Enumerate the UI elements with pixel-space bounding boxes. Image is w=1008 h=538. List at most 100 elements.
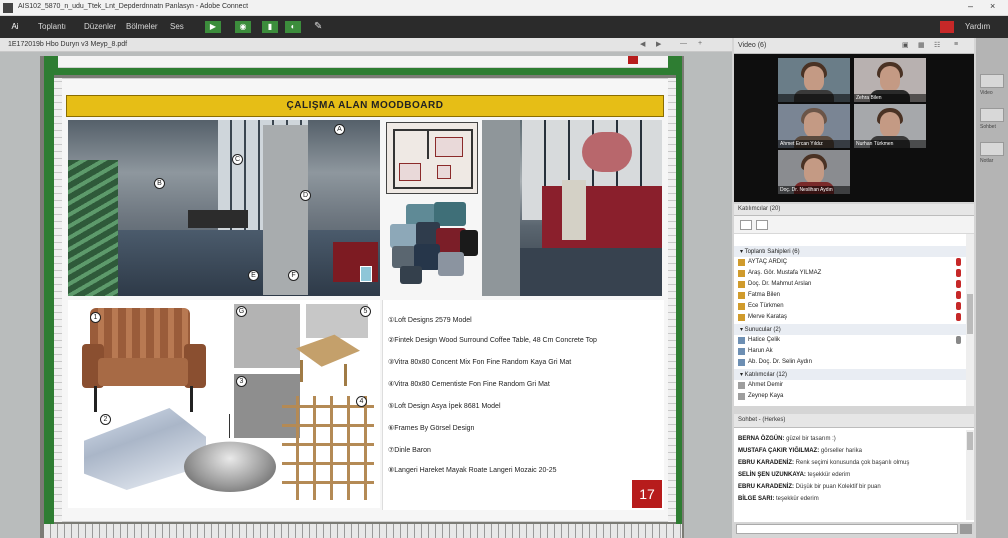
window-title: AIS102_5870_n_udu_Ttek_Lnt_Depderdnnatn …: [18, 3, 249, 10]
video-tile[interactable]: Zehra Bilen: [854, 58, 926, 102]
attendee-group-header[interactable]: ▾ Katılımcılar (12): [734, 369, 966, 380]
attendee-row[interactable]: Fatma Bilen: [734, 290, 966, 301]
chat-send-button[interactable]: [960, 524, 972, 534]
list-item: ③Vitra 80x80 Concent Mix Fon Fine Random…: [388, 359, 572, 366]
raise-hand-icon[interactable]: ✎: [314, 21, 322, 32]
callout-c: C: [232, 154, 243, 165]
list-item: ⑥Frames By Görsel Design: [388, 425, 475, 432]
chat-pod-title: Sohbet - (Herkes): [738, 417, 786, 423]
speaker-icon[interactable]: ◐: [285, 21, 301, 33]
microphone-icon: [956, 313, 961, 321]
microphone-icon: [956, 302, 961, 310]
attendee-view-list-icon[interactable]: [740, 220, 752, 230]
callout-b: B: [154, 178, 165, 189]
menu-yardim[interactable]: Yardım: [965, 22, 990, 31]
chat-message: EBRU KARADENİZ: Düşük bir puan Kolektif …: [738, 484, 881, 490]
attendees-pod-header: Katılımcılar (20): [734, 204, 974, 216]
attendee-row[interactable]: Merve Karataş: [734, 312, 966, 323]
attendee-row[interactable]: Ahmet Demir: [734, 380, 966, 391]
microphone-icon[interactable]: ▮: [262, 21, 278, 33]
chat-input[interactable]: [736, 524, 958, 534]
list-item: ⑤Loft Design Asya İpek 8681 Model: [388, 403, 501, 410]
share-screen-icon[interactable]: ▶: [205, 21, 221, 33]
collapsed-pod-video[interactable]: [980, 74, 1004, 88]
next-page-button[interactable]: ▶: [656, 40, 661, 48]
callout-d: D: [300, 190, 311, 201]
menu-ses[interactable]: Ses: [170, 22, 184, 31]
moodboard-title: ÇALIŞMA ALAN MOODBOARD: [66, 95, 664, 117]
window-titlebar: AIS102_5870_n_udu_Ttek_Lnt_Depderdnnatn …: [0, 0, 1008, 16]
menu-bar: Ai Toplantı Düzenler Bölmeler Ses ▶ ◉ ▮ …: [0, 16, 1008, 38]
callout-a: A: [334, 124, 345, 135]
attendee-row[interactable]: Hatice Çelik: [734, 335, 966, 346]
color-palette: [386, 200, 478, 292]
callout-g: G: [236, 306, 247, 317]
zoom-out-button[interactable]: —: [680, 40, 687, 47]
page-border-left: [44, 75, 54, 524]
attendee-group-header[interactable]: ▾ Sunucular (2): [734, 324, 966, 335]
video-tile[interactable]: [778, 58, 850, 102]
video-grid-icon[interactable]: ▦: [918, 41, 925, 49]
video-menu-icon[interactable]: ≡: [954, 41, 958, 48]
list-item: ⑦Dinle Baron: [388, 447, 431, 454]
share-pod-header: 1E172019b Hbo Duryn v3 Meyp_8.pdf ◀ ▶ — …: [0, 38, 732, 52]
microphone-icon: [956, 280, 961, 288]
chat-pod-header: Sohbet - (Herkes): [734, 414, 974, 428]
menu-toplanti[interactable]: Toplantı: [38, 22, 66, 31]
attendees-scrollbar[interactable]: [966, 234, 974, 406]
microphone-icon: [956, 258, 961, 266]
list-item: ②Fintek Design Wood Surround Coffee Tabl…: [388, 337, 597, 344]
record-button[interactable]: [940, 21, 954, 33]
attendee-group-header[interactable]: ▾ Toplantı Sahipleri (6): [734, 246, 966, 257]
microphone-icon: [956, 291, 961, 299]
callout-1: 1: [90, 312, 101, 323]
zoom-in-button[interactable]: +: [698, 40, 702, 47]
video-layout-icon[interactable]: ☷: [934, 41, 940, 49]
interior-render-1: [68, 120, 380, 296]
previous-page-marker: [628, 56, 638, 64]
prev-page-button[interactable]: ◀: [640, 40, 645, 48]
menu-duzenler[interactable]: Düzenler: [84, 22, 116, 31]
video-tile[interactable]: Nurhan Türkmen: [854, 104, 926, 148]
video-pod-header: Video (6) ▣ ▦ ☷ ≡: [734, 38, 974, 54]
attendee-view-group-icon[interactable]: [756, 220, 768, 230]
chat-message: SELİN ŞEN UZUNKAYA: teşekkür ederim: [738, 472, 851, 478]
page-ruler-left: [54, 78, 62, 522]
attendee-row[interactable]: Harun Ak: [734, 346, 966, 357]
list-item: ⑧Langeri Hareket Mayak Roate Langeri Moz…: [388, 467, 557, 474]
attendee-row[interactable]: Zeynep Kaya: [734, 391, 966, 402]
video-tile[interactable]: Doç. Dr. Neslihan Aydın: [778, 150, 850, 194]
callout-3: 3: [236, 376, 247, 387]
callout-e: E: [248, 270, 259, 281]
video-tile[interactable]: Ahmet Ercan Yıldız: [778, 104, 850, 148]
interior-render-2: [482, 120, 662, 296]
menu-bolmeler[interactable]: Bölmeler: [126, 22, 158, 31]
attendee-row[interactable]: Ece Türkmen: [734, 301, 966, 312]
attendee-row[interactable]: AYTAÇ ARDIÇ: [734, 257, 966, 268]
camera-icon[interactable]: ◉: [235, 21, 251, 33]
chat-message: EBRU KARADENİZ: Renk seçimi konusunda ço…: [738, 460, 910, 466]
video-settings-icon[interactable]: ▣: [902, 41, 909, 49]
microphone-icon: [956, 269, 961, 277]
concrete-sample-top: [306, 304, 368, 338]
chat-message: BİLGE SARI: teşekkür ederim: [738, 496, 819, 502]
minimize-button[interactable]: –: [968, 1, 973, 11]
attendee-row[interactable]: Ab. Doç. Dr. Selin Aydın: [734, 357, 966, 368]
list-item: ④Vitra 80x80 Cementiste Fon Fine Random …: [388, 381, 550, 388]
attendee-row[interactable]: Doç. Dr. Mahmut Arslan: [734, 279, 966, 290]
chat-message: MUSTAFA ÇAKIR YIĞILMAZ: görseller harika: [738, 448, 862, 454]
adobe-connect-app: AIS102_5870_n_udu_Ttek_Lnt_Depderdnnatn …: [0, 0, 1008, 538]
attendee-row[interactable]: Araş. Gör. Mustafa YILMAZ: [734, 268, 966, 279]
chat-scrollbar[interactable]: [966, 430, 974, 520]
armchair-image: [80, 308, 208, 412]
list-item: ①Loft Designs 2579 Model: [388, 317, 472, 324]
shared-filename: 1E172019b Hbo Duryn v3 Meyp_8.pdf: [8, 41, 128, 48]
collapsed-pod-notes[interactable]: [980, 142, 1004, 156]
attendees-toolbar: [734, 216, 974, 234]
collapsed-pod-chat[interactable]: [980, 108, 1004, 122]
app-icon: [3, 3, 13, 13]
attendees-pod-title: Katılımcılar (20): [738, 206, 781, 212]
video-pod: Zehra Bilen Ahmet Ercan Yıldız Nurhan Tü…: [734, 54, 974, 202]
close-button[interactable]: ×: [990, 1, 995, 11]
callout-f: F: [288, 270, 299, 281]
